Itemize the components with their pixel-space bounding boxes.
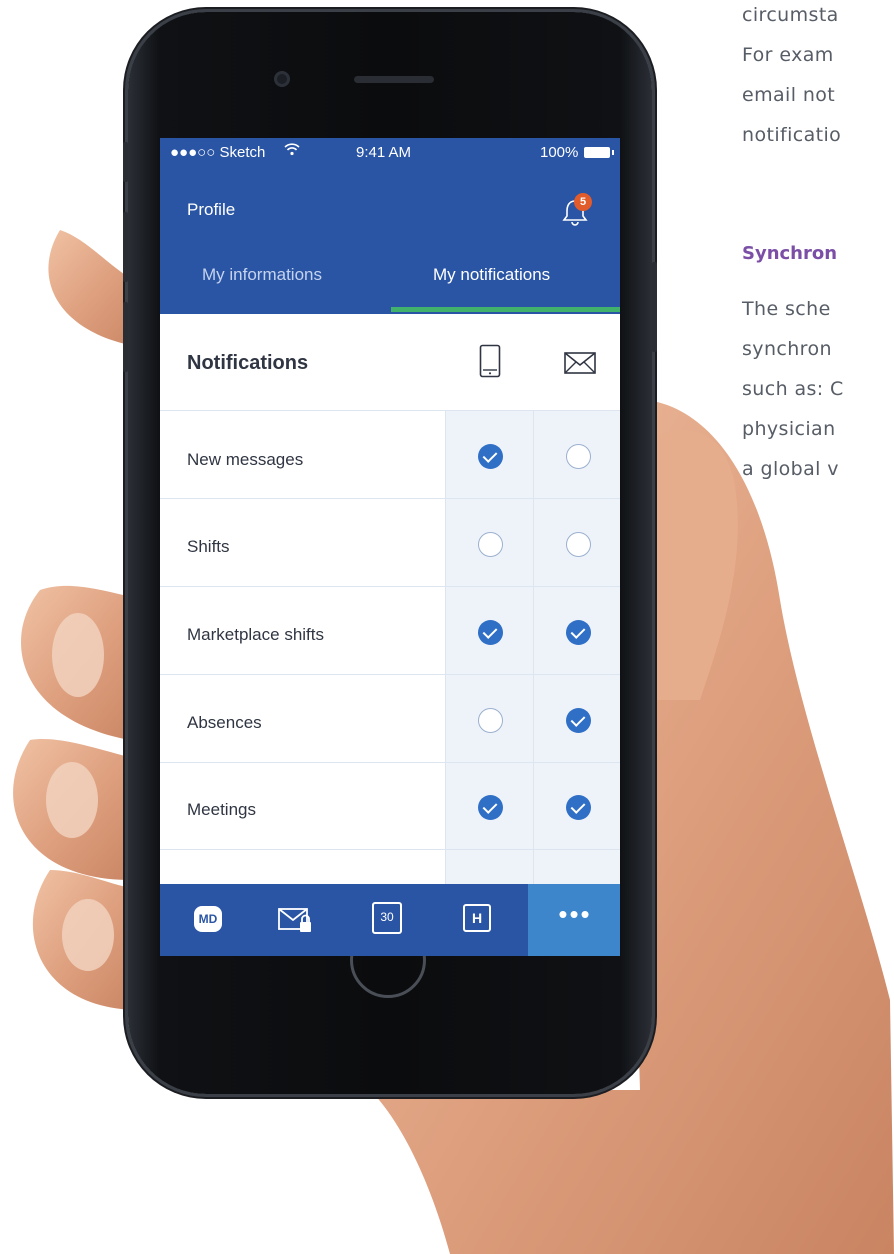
push-checkbox-shifts[interactable] bbox=[478, 532, 503, 557]
power-button bbox=[652, 262, 657, 352]
status-time: 9:41 AM bbox=[356, 144, 412, 161]
column-divider bbox=[445, 410, 446, 890]
notification-count-badge: 5 bbox=[574, 193, 592, 211]
row-divider bbox=[160, 849, 620, 850]
page-title: Profile bbox=[187, 200, 236, 219]
row-label-meetings: Meetings bbox=[187, 800, 256, 819]
wifi-icon bbox=[284, 142, 300, 160]
row-divider bbox=[160, 410, 620, 411]
carrier-label: ●●●○○ Sketch bbox=[170, 144, 266, 161]
notifications-heading: Notifications bbox=[187, 352, 309, 374]
active-tab-indicator bbox=[391, 307, 620, 312]
row-divider bbox=[160, 674, 620, 675]
push-checkbox-meetings[interactable] bbox=[478, 795, 503, 820]
push-checkbox-new-messages[interactable] bbox=[478, 444, 503, 469]
volume-down-button bbox=[123, 302, 128, 372]
row-label-marketplace-shifts: Marketplace shifts bbox=[187, 625, 324, 644]
row-divider bbox=[160, 498, 620, 499]
md-logo-icon[interactable]: MD bbox=[194, 906, 222, 932]
push-checkbox-marketplace-shifts[interactable] bbox=[478, 620, 503, 645]
bottom-navigation: MD 30 H ••• bbox=[160, 884, 620, 956]
status-bar: ●●●○○ Sketch 9:41 AM 100% bbox=[160, 138, 620, 168]
secure-mail-icon[interactable] bbox=[278, 906, 314, 934]
hospital-icon[interactable]: H bbox=[463, 904, 491, 932]
row-label-shifts: Shifts bbox=[187, 537, 230, 556]
email-checkbox-meetings[interactable] bbox=[566, 795, 591, 820]
column-divider bbox=[533, 410, 534, 890]
battery-percent: 100% bbox=[540, 144, 579, 161]
tab-my-notifications[interactable]: My notifications bbox=[433, 265, 550, 285]
tab-my-informations[interactable]: My informations bbox=[202, 265, 322, 285]
battery-icon bbox=[584, 147, 614, 158]
speaker-grille bbox=[354, 76, 434, 83]
app-screen: ●●●○○ Sketch 9:41 AM 100% Profile 5 My i… bbox=[160, 138, 620, 956]
volume-up-button bbox=[123, 212, 128, 282]
app-header: Profile 5 My informations My notificatio… bbox=[160, 168, 620, 314]
front-camera-icon bbox=[274, 71, 290, 87]
email-checkbox-new-messages[interactable] bbox=[566, 444, 591, 469]
email-checkbox-absences[interactable] bbox=[566, 708, 591, 733]
notifications-table: Notifications New messages Shifts Market… bbox=[160, 314, 620, 890]
email-checkbox-shifts[interactable] bbox=[566, 532, 591, 557]
mute-switch bbox=[123, 142, 128, 182]
row-label-new-messages: New messages bbox=[187, 450, 304, 469]
notifications-bell-button[interactable]: 5 bbox=[560, 193, 594, 227]
more-icon[interactable]: ••• bbox=[550, 901, 600, 930]
email-checkbox-marketplace-shifts[interactable] bbox=[566, 620, 591, 645]
calendar-icon[interactable]: 30 bbox=[372, 902, 402, 934]
push-checkbox-absences[interactable] bbox=[478, 708, 503, 733]
row-divider bbox=[160, 762, 620, 763]
smartphone-icon bbox=[479, 344, 501, 378]
row-divider bbox=[160, 586, 620, 587]
row-label-absences: Absences bbox=[187, 713, 262, 732]
envelope-icon bbox=[564, 352, 596, 374]
